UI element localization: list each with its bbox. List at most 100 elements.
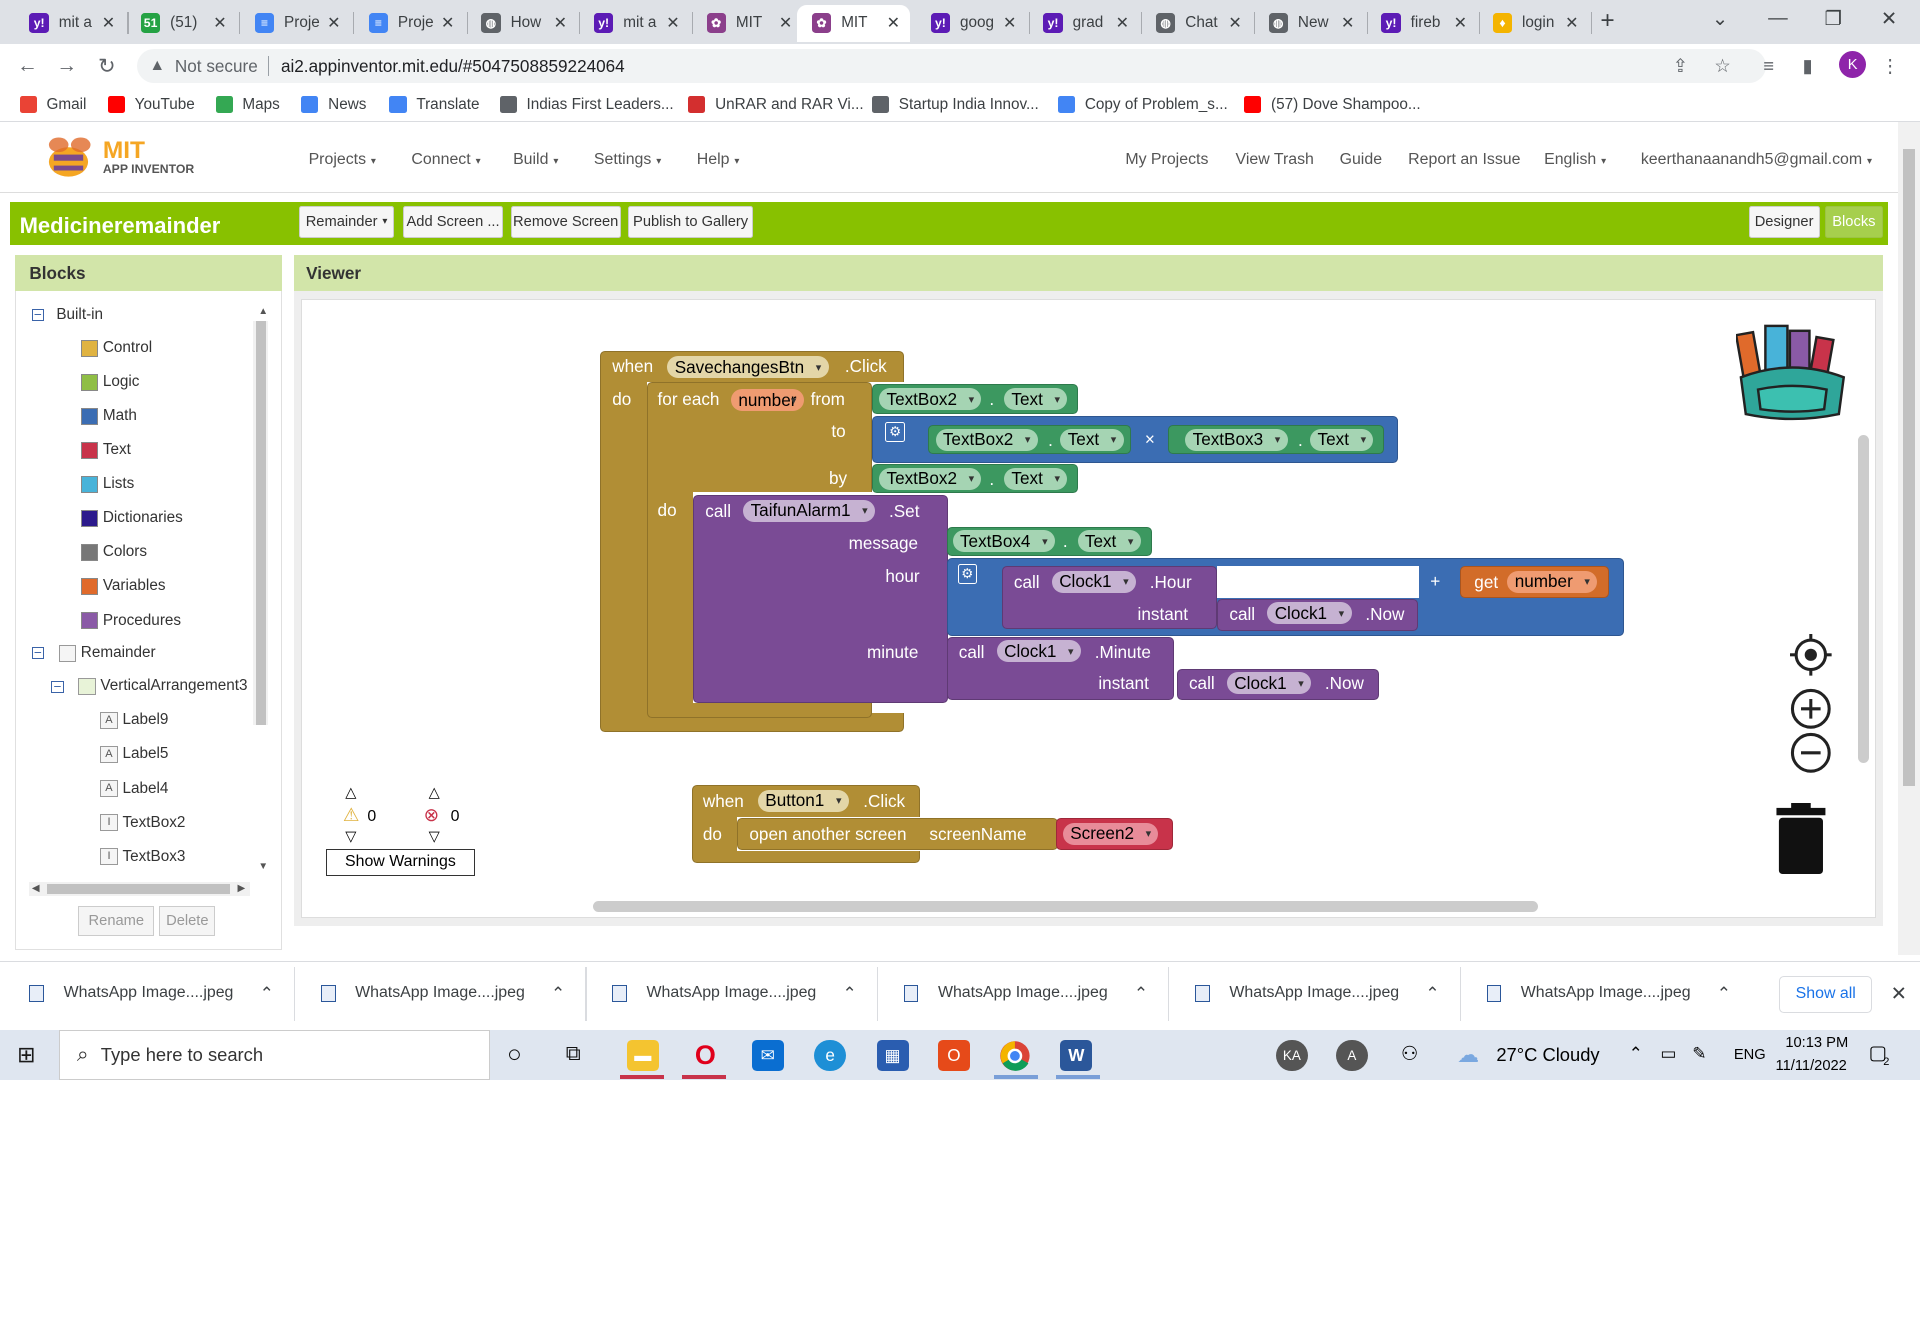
menu-settings[interactable]: Settings ▾ — [594, 151, 661, 169]
tree-builtin[interactable]: Built-in — [56, 306, 103, 324]
download-options-chevron-icon[interactable]: ⌃ — [551, 983, 565, 1004]
mail-icon[interactable]: ✉ — [751, 1039, 784, 1072]
top-right-menu-item[interactable]: keerthanaanandh5@gmail.com ▾ — [1641, 151, 1872, 169]
user-avatar-a[interactable]: A — [1335, 1039, 1368, 1072]
component-textbox3[interactable]: I TextBox3 — [100, 848, 185, 866]
meet-icon[interactable]: ▭ — [1660, 1043, 1676, 1064]
close-tab-icon[interactable]: ✕ — [213, 13, 226, 33]
savechangesbtn-dropdown[interactable]: SavechangesBtn — [667, 356, 829, 379]
browser-tab[interactable]: y! mit a ✕ — [579, 5, 689, 42]
bookmark-item[interactable]: News — [301, 96, 366, 114]
scroll-up-icon[interactable]: ▲ — [258, 306, 268, 317]
close-tab-icon[interactable]: ✕ — [327, 13, 340, 33]
url-field[interactable]: ▲ Not secure ai2.appinventor.mit.edu/#50… — [137, 48, 1766, 84]
download-options-chevron-icon[interactable]: ⌃ — [1717, 983, 1731, 1004]
taskbar-search[interactable]: ⌕ Type here to search — [58, 1029, 490, 1080]
browser-tab[interactable]: ✿ MIT ✕ — [797, 4, 910, 42]
category-variables[interactable]: Variables — [80, 577, 165, 596]
text-property-dropdown[interactable]: Text — [1004, 467, 1068, 490]
cortana-icon[interactable]: ○ — [507, 1041, 522, 1069]
prev-warning-icon[interactable]: △ — [345, 784, 356, 801]
top-right-menu-item[interactable]: My Projects — [1125, 151, 1208, 169]
collapse-screen-icon[interactable]: − — [31, 645, 45, 659]
close-tab-icon[interactable]: ✕ — [102, 13, 115, 33]
delete-button[interactable]: Delete — [159, 906, 216, 936]
clock1-dropdown[interactable]: Clock1 — [996, 640, 1081, 663]
close-tab-icon[interactable]: ✕ — [1116, 13, 1129, 33]
menu-projects[interactable]: Projects ▾ — [309, 151, 376, 169]
download-item[interactable]: WhatsApp Image....jpeg — [320, 984, 525, 1003]
browser-tab[interactable]: ✿ MIT ✕ — [692, 5, 802, 42]
bookmark-item[interactable]: UnRAR and RAR Vi... — [688, 96, 864, 114]
browser-tab[interactable]: ≡ Proje ✕ — [240, 5, 350, 42]
text-property-dropdown[interactable]: Text — [1077, 530, 1141, 553]
close-tab-icon[interactable]: ✕ — [1454, 13, 1467, 33]
blocks-editor-button[interactable]: Blocks — [1824, 205, 1884, 238]
textbox2-dropdown[interactable]: TextBox2 — [879, 467, 982, 490]
component-label9[interactable]: A Label9 — [100, 711, 168, 729]
category-colors[interactable]: Colors — [80, 543, 147, 561]
number-variable[interactable]: number — [731, 389, 804, 412]
clock1-dropdown[interactable]: Clock1 — [1226, 672, 1312, 695]
top-right-menu-item[interactable]: View Trash — [1236, 151, 1314, 169]
next-error-icon[interactable]: ▽ — [429, 828, 440, 845]
office-icon[interactable]: O — [937, 1039, 970, 1072]
designer-button[interactable]: Designer — [1748, 205, 1820, 238]
close-tab-icon[interactable]: ✕ — [554, 13, 567, 33]
recenter-icon[interactable] — [1790, 634, 1832, 676]
trash-icon[interactable] — [1774, 803, 1828, 876]
back-icon[interactable]: ← — [17, 54, 38, 78]
close-tab-icon[interactable]: ✕ — [1341, 13, 1354, 33]
download-item[interactable]: WhatsApp Image....jpeg — [1486, 984, 1691, 1003]
close-window-icon[interactable]: ✕ — [1881, 7, 1897, 31]
task-view-icon[interactable]: ⧉ — [566, 1042, 581, 1066]
opera-icon[interactable]: O — [689, 1040, 721, 1072]
next-warning-icon[interactable]: ▽ — [345, 828, 356, 845]
tree-vertical-arrangement[interactable]: VerticalArrangement3 — [78, 677, 248, 695]
remove-screen-button[interactable]: Remove Screen — [510, 205, 621, 238]
download-options-chevron-icon[interactable]: ⌃ — [842, 983, 856, 1004]
bookmark-item[interactable]: Copy of Problem_s... — [1057, 96, 1228, 114]
download-item[interactable]: WhatsApp Image....jpeg — [1195, 984, 1399, 1003]
blocks-tree-scrollbar[interactable] — [253, 320, 269, 725]
category-math[interactable]: Math — [80, 407, 137, 425]
bookmark-star-icon[interactable]: ☆ — [1714, 55, 1730, 77]
screen2-text[interactable]: Screen2 — [1062, 822, 1159, 845]
close-tab-icon[interactable]: ✕ — [887, 13, 900, 33]
language-indicator[interactable]: ENG — [1734, 1047, 1766, 1063]
backpack-icon[interactable] — [1736, 321, 1849, 421]
bookmark-item[interactable]: YouTube — [107, 96, 195, 114]
mutator-gear-icon[interactable]: ⚙ — [957, 564, 978, 585]
tray-chevron-icon[interactable]: ⌃ — [1629, 1043, 1643, 1064]
close-downloads-icon[interactable]: ✕ — [1891, 982, 1907, 1006]
close-tab-icon[interactable]: ✕ — [1565, 13, 1578, 33]
weather-text[interactable]: 27°C Cloudy — [1496, 1044, 1599, 1066]
browser-menu-icon[interactable]: ⋮ — [1881, 55, 1899, 77]
category-lists[interactable]: Lists — [80, 475, 134, 493]
clock1-dropdown[interactable]: Clock1 — [1267, 602, 1352, 625]
taifunalarm1-dropdown[interactable]: TaifunAlarm1 — [743, 499, 876, 522]
download-item[interactable]: WhatsApp Image....jpeg — [612, 984, 816, 1003]
textbox4-dropdown[interactable]: TextBox4 — [952, 530, 1055, 553]
component-textbox2[interactable]: I TextBox2 — [100, 814, 185, 832]
taifunalarm-set-block[interactable] — [693, 494, 948, 703]
top-right-menu-item[interactable]: Guide — [1340, 151, 1382, 169]
component-label4[interactable]: A Label4 — [100, 780, 168, 798]
show-warnings-button[interactable]: Show Warnings — [325, 848, 476, 876]
download-item[interactable]: WhatsApp Image....jpeg — [903, 984, 1108, 1003]
clock-date[interactable]: 11/11/2022 — [1776, 1058, 1847, 1074]
category-control[interactable]: Control — [80, 339, 152, 357]
bookmark-item[interactable]: Gmail — [19, 96, 86, 114]
page-scrollbar[interactable] — [1897, 122, 1920, 956]
close-tab-icon[interactable]: ✕ — [1228, 13, 1241, 33]
textbox2-dropdown[interactable]: TextBox2 — [879, 388, 982, 411]
zoom-in-icon[interactable] — [1790, 688, 1832, 730]
browser-tab[interactable]: ◍ New ✕ — [1254, 5, 1364, 42]
workspace-vscrollbar[interactable] — [1857, 434, 1869, 763]
button1-dropdown[interactable]: Button1 — [757, 789, 849, 812]
file-explorer-icon[interactable]: ▬ — [626, 1039, 659, 1072]
word-icon[interactable]: W — [1060, 1039, 1093, 1072]
text-property-dropdown[interactable]: Text — [1060, 428, 1124, 451]
reload-icon[interactable]: ↻ — [98, 54, 115, 79]
scroll-right-icon[interactable]: ▶ — [238, 883, 246, 894]
